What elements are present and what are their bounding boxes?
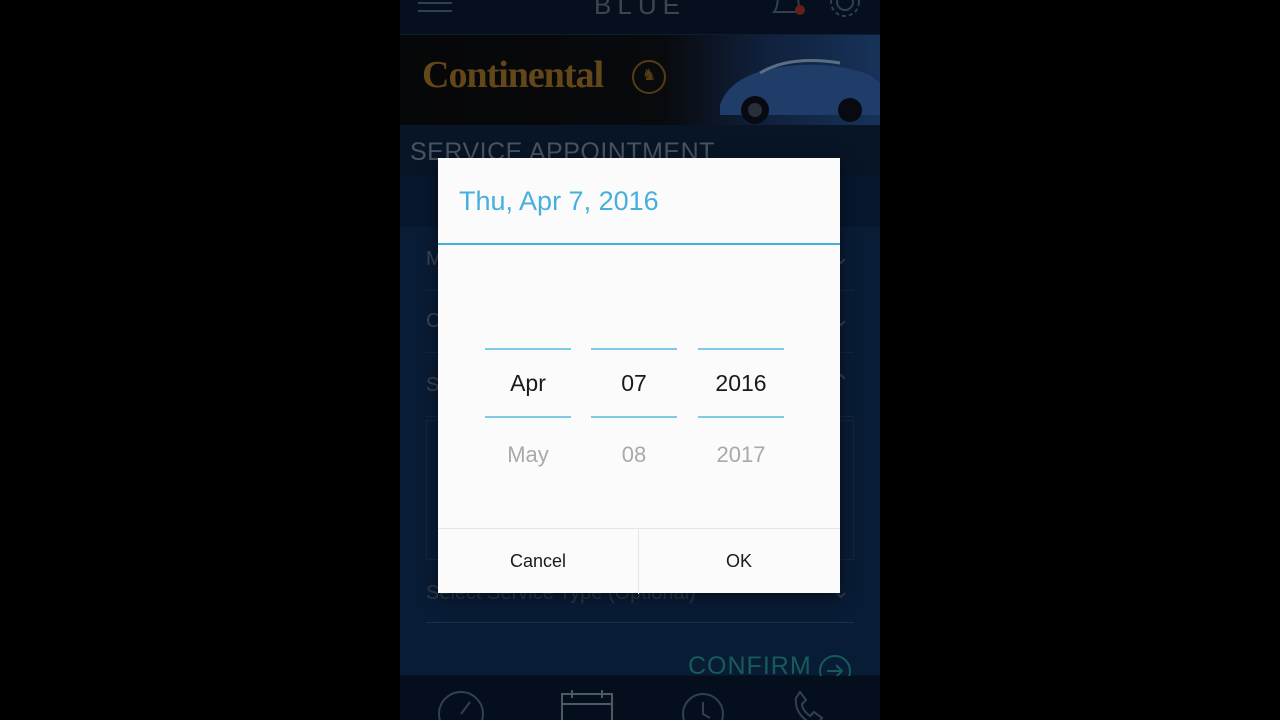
year-selected[interactable]: 2016 (698, 350, 784, 416)
date-picker-dialog: Thu, Apr 7, 2016 Apr May 07 08 2016 2017… (438, 158, 840, 594)
date-picker-header: Thu, Apr 7, 2016 (459, 186, 659, 216)
ok-button[interactable]: OK (639, 529, 839, 594)
selection-line-bottom (698, 416, 784, 418)
month-next[interactable]: May (485, 442, 571, 468)
month-selected[interactable]: Apr (485, 350, 571, 416)
cancel-button[interactable]: Cancel (438, 529, 639, 594)
year-next[interactable]: 2017 (698, 442, 784, 468)
day-next[interactable]: 08 (591, 442, 677, 468)
selection-line-bottom (485, 416, 571, 418)
year-spinner[interactable]: 2016 2017 (698, 348, 784, 468)
month-spinner[interactable]: Apr May (485, 348, 571, 468)
day-spinner[interactable]: 07 08 (591, 348, 677, 468)
day-selected[interactable]: 07 (591, 350, 677, 416)
dialog-button-bar: Cancel OK (438, 528, 840, 594)
selection-line-bottom (591, 416, 677, 418)
header-divider (438, 243, 840, 245)
